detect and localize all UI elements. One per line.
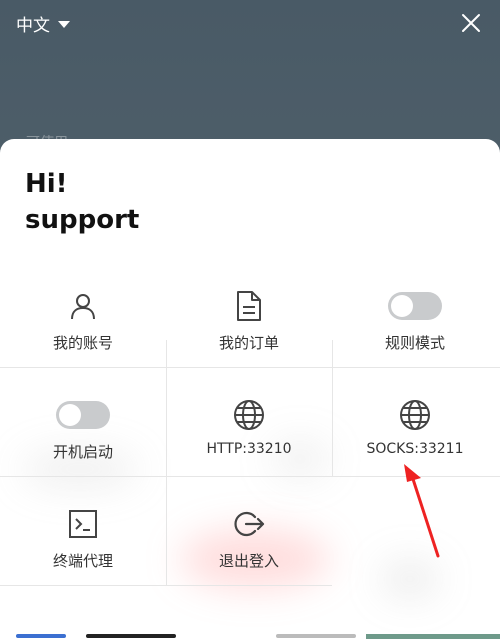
annotation-arrow-icon [404, 464, 440, 558]
bottom-content-peek [0, 630, 500, 639]
